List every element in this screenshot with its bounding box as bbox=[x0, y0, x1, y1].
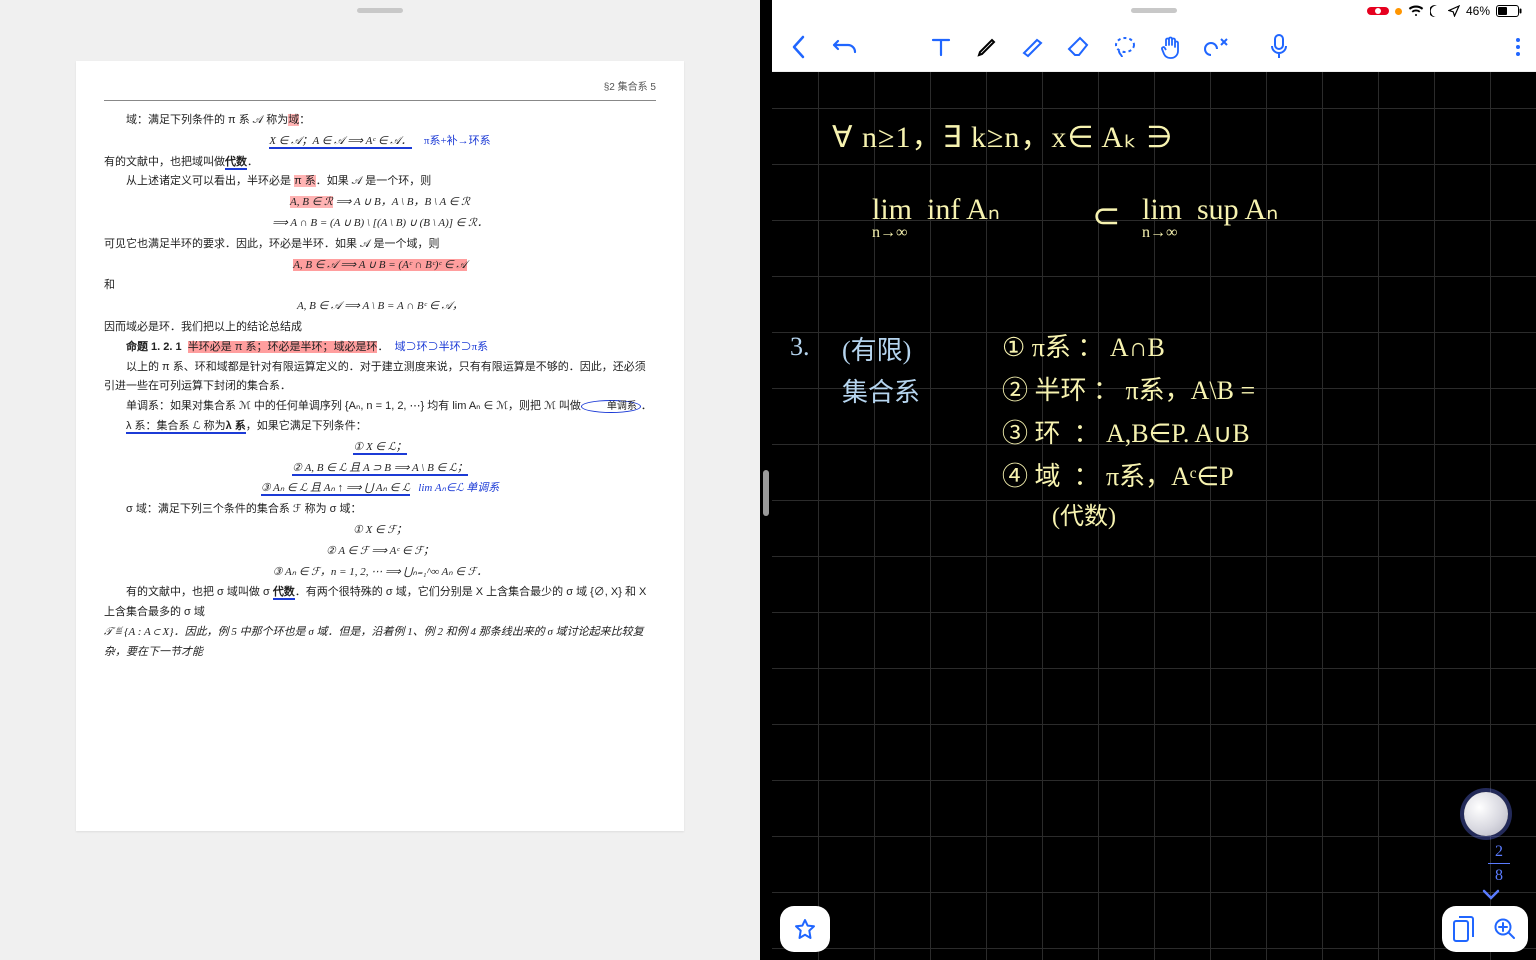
page-indicator[interactable]: 2 8 bbox=[1482, 842, 1516, 901]
text: ② A ∈ ℱ ⟹ Aᶜ ∈ ℱ； bbox=[326, 545, 434, 557]
notes-toolbar bbox=[772, 22, 1536, 72]
page-current: 2 bbox=[1482, 842, 1516, 861]
text: σ 域：满足下列三个条件的集合系 ℱ 称为 σ 域： bbox=[126, 503, 362, 515]
pdf-viewer-pane: §2 集合系 5 域：满足下列条件的 π 系 𝒜 称为域： X ∈ 𝒜；A ∈ … bbox=[0, 0, 760, 960]
mic-in-use-dot bbox=[1395, 8, 1402, 15]
text: 因而域必是环．我们把以上的结论总结成 bbox=[104, 321, 302, 333]
split-resize-handle[interactable] bbox=[763, 470, 769, 516]
handwriting-line: ② 半环 ： π系，A\B = bbox=[1002, 370, 1255, 407]
text: ．如果 𝒜 是一个环，则 bbox=[316, 175, 432, 187]
copy-page-icon bbox=[1453, 916, 1475, 942]
pdf-page[interactable]: §2 集合系 5 域：满足下列条件的 π 系 𝒜 称为域： X ∈ 𝒜；A ∈ … bbox=[76, 61, 684, 831]
highlight-red: A, B ∈ ℛ bbox=[290, 196, 333, 208]
text: ，如果它满足下列条件： bbox=[246, 420, 367, 432]
text: 单调系：如果对集合系 ℳ 中的任何单调序列 {Aₙ, n = 1, 2, ⋯} … bbox=[126, 400, 581, 412]
more-menu-button[interactable] bbox=[1504, 26, 1532, 68]
page-running-head: §2 集合系 5 bbox=[104, 79, 656, 101]
bookmark-button[interactable] bbox=[780, 906, 830, 952]
highlight-red: 域 bbox=[288, 114, 299, 126]
term-underlined: 代数 bbox=[225, 156, 247, 170]
handwriting-section-num: 3. bbox=[790, 332, 810, 362]
pen-tool[interactable] bbox=[964, 24, 1010, 70]
handwriting-sym: ⊂ bbox=[1092, 196, 1121, 236]
math-underlined: ⋃ Aₙ ∈ ℒ bbox=[364, 482, 410, 496]
handwriting-line: lim inf Aₙ bbox=[872, 192, 1000, 227]
handwriting-canvas[interactable]: ∀ n≥1，∃ k≥n，x∈ Aₖ ∋ lim inf Aₙ n→∞ ⊂ lim… bbox=[772, 72, 1536, 960]
handwriting-line: ③ 环 ： A,B∈P. A∪B bbox=[1002, 413, 1250, 450]
handwriting-line: ∀ n≥1，∃ k≥n，x∈ Aₖ ∋ bbox=[832, 112, 1173, 156]
handwritten-annotation: lim Aₙ∈ℒ 单调系 bbox=[418, 482, 499, 494]
term-underlined: 代数 bbox=[273, 586, 295, 600]
text: 有的文献中，也把域叫做 bbox=[104, 156, 225, 168]
math-underlined: ③ Aₙ ∈ ℒ 且 Aₙ ↑ ⟹ bbox=[261, 482, 365, 496]
handwriting-sub: n→∞ bbox=[1142, 224, 1177, 242]
proposition-label: 命题 1. 2. 1 bbox=[126, 341, 182, 353]
text: 𝒯 ≝ {A : A ⊂ X}．因此，例 5 中那个环也是 σ 域．但是，沿着例… bbox=[104, 626, 644, 658]
multitask-grabber-right[interactable] bbox=[1131, 8, 1177, 13]
text: ⟹ A ∩ B = (A ∪ B) \ [(A \ B) ∪ (B \ A)] … bbox=[272, 217, 488, 229]
tool-group bbox=[918, 24, 1240, 70]
text: ① X ∈ ℱ； bbox=[353, 524, 407, 536]
text: A, B ∈ 𝒜 ⟹ A \ B = A ∩ Bᶜ ∈ 𝒜， bbox=[297, 300, 463, 312]
mic-button[interactable] bbox=[1256, 24, 1302, 70]
handwritten-annotation: 域⊃环⊃半环⊃π系 bbox=[395, 341, 489, 353]
text: 从上述诸定义可以看出，半环必是 bbox=[126, 175, 294, 187]
highlight-red: 半环必是 π 系；环必是半环；域必是环 bbox=[188, 341, 378, 353]
zoom-in-icon bbox=[1493, 917, 1517, 941]
screen-recording-indicator[interactable] bbox=[1367, 7, 1389, 15]
handwriting-line: (有限) bbox=[842, 330, 911, 367]
shape-tool[interactable] bbox=[1194, 24, 1240, 70]
text: 以上的 π 系、环和域都是针对有限运算定义的．对于建立测度来说，只有有限运算是不… bbox=[104, 361, 646, 393]
text: 域：满足下列条件的 π 系 𝒜 称为 bbox=[126, 114, 288, 126]
text-tool[interactable] bbox=[918, 24, 964, 70]
assistive-touch-knob[interactable] bbox=[1464, 792, 1508, 836]
handwriting-sub: n→∞ bbox=[872, 224, 907, 242]
moon-icon bbox=[1430, 5, 1442, 17]
add-page-controls[interactable] bbox=[1442, 906, 1528, 952]
handwriting-line: ④ 域 ： π系，Aᶜ∈P bbox=[1002, 456, 1234, 493]
battery-icon bbox=[1496, 5, 1522, 17]
text: ． bbox=[247, 156, 258, 168]
eraser-tool[interactable] bbox=[1056, 24, 1102, 70]
text: 有的文献中，也把 σ 域叫做 σ bbox=[126, 586, 273, 598]
text: 可见它也满足半环的要求．因此，环必是半环．如果 𝒜 是一个域，则 bbox=[104, 238, 440, 250]
multitask-grabber-left[interactable] bbox=[357, 8, 403, 13]
back-button[interactable] bbox=[776, 24, 822, 70]
handwriting-line: (代数) bbox=[1052, 496, 1116, 531]
term-underlined: λ 系：集合系 ℒ 称为 bbox=[126, 420, 226, 434]
handwriting-line: lim sup Aₙ bbox=[1142, 192, 1278, 227]
math-underlined: ① X ∈ ℒ； bbox=[353, 441, 406, 455]
highlight-red: A, B ∈ 𝒜 ⟹ A ∪ B = (Aᶜ ∩ Bᶜ)ᶜ ∈ 𝒜 bbox=[293, 259, 467, 271]
circled-term: 单调系 bbox=[581, 400, 641, 413]
page-total: 8 bbox=[1482, 866, 1516, 885]
undo-button[interactable] bbox=[822, 24, 868, 70]
math-underlined: ② A, B ∈ ℒ 且 A ⊃ B ⟹ A \ B ∈ ℒ； bbox=[292, 462, 468, 476]
lasso-tool[interactable] bbox=[1102, 24, 1148, 70]
chevron-down-icon bbox=[1482, 889, 1500, 901]
notes-app-pane: 46% bbox=[772, 0, 1536, 960]
split-view-divider[interactable] bbox=[760, 0, 772, 960]
hand-tool[interactable] bbox=[1148, 24, 1194, 70]
text: 和 bbox=[104, 279, 115, 291]
handwriting-line: 集合系 bbox=[842, 372, 920, 409]
math-underlined: X ∈ 𝒜；A ∈ 𝒜 ⟹ Aᶜ ∈ 𝒜． bbox=[269, 135, 411, 149]
handwritten-annotation: π系+补→环系 bbox=[424, 135, 491, 147]
battery-percent: 46% bbox=[1466, 4, 1490, 18]
wifi-icon bbox=[1408, 5, 1424, 17]
location-icon bbox=[1448, 5, 1460, 17]
text: ⟹ A ∪ B，A \ B，B \ A ∈ ℛ bbox=[333, 196, 470, 208]
text: ③ Aₙ ∈ ℱ，n = 1, 2, ⋯ ⟹ ⋃ₙ₌₁^∞ Aₙ ∈ ℱ． bbox=[273, 566, 488, 578]
handwriting-line: ① π系 ： A∩B bbox=[1002, 327, 1165, 364]
term-underlined: λ 系 bbox=[226, 420, 246, 434]
highlight-red: π 系 bbox=[294, 175, 316, 187]
highlighter-tool[interactable] bbox=[1010, 24, 1056, 70]
